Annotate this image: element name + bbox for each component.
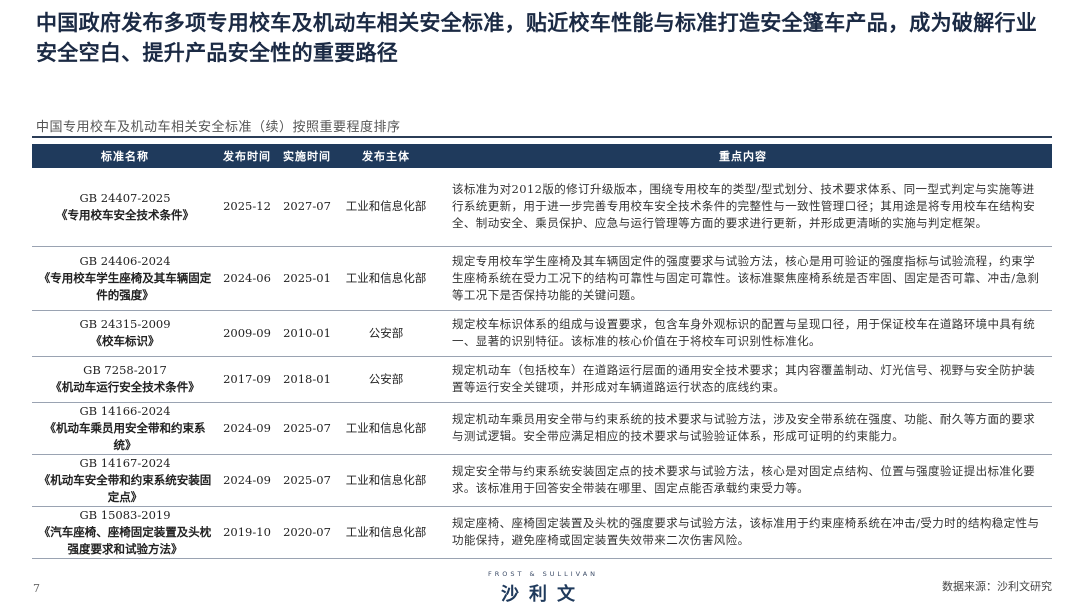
standard-code: GB 24407-2025 bbox=[79, 190, 171, 205]
table-row: GB 24315-2009 《校车标识》 2009-09 2010-01 公安部… bbox=[32, 310, 1052, 357]
standard-name: 《机动车乘员用安全带和约束系统》 bbox=[44, 420, 206, 452]
standard-name: 《专用校车学生座椅及其车辆固定件的强度》 bbox=[38, 270, 212, 302]
table-header-row: 标准名称 发布时间 实施时间 发布主体 重点内容 bbox=[32, 144, 1052, 168]
effective-date: 2025-07 bbox=[276, 454, 338, 507]
published-date: 2024-09 bbox=[218, 402, 276, 455]
standard-cell: GB 24315-2009 《校车标识》 bbox=[32, 310, 218, 357]
issuer: 公安部 bbox=[338, 356, 434, 403]
table-row: GB 14166-2024 《机动车乘员用安全带和约束系统》 2024-09 2… bbox=[32, 402, 1052, 455]
effective-date: 2020-07 bbox=[276, 506, 338, 559]
key-content: 规定校车标识体系的组成与设置要求，包含车身外观标识的配置与呈现口径，用于保证校车… bbox=[434, 310, 1052, 357]
standard-code: GB 14167-2024 bbox=[79, 455, 171, 470]
column-header-published: 发布时间 bbox=[218, 144, 276, 168]
data-source: 数据来源：沙利文研究 bbox=[942, 580, 1052, 593]
table-row: GB 15083-2019 《汽车座椅、座椅固定装置及头枕强度要求和试验方法》 … bbox=[32, 506, 1052, 559]
page-title: 中国政府发布多项专用校车及机动车相关安全标准，贴近校车性能与标准打造安全篷车产品… bbox=[36, 11, 1038, 65]
published-date: 2019-10 bbox=[218, 506, 276, 559]
table-row: GB 24406-2024 《专用校车学生座椅及其车辆固定件的强度》 2024-… bbox=[32, 246, 1052, 311]
key-content: 规定机动车（包括校车）在道路运行层面的通用安全技术要求；其内容覆盖制动、灯光信号… bbox=[434, 356, 1052, 403]
table-row: GB 14167-2024 《机动车安全带和约束系统安装固定点》 2024-09… bbox=[32, 454, 1052, 507]
standard-cell: GB 14166-2024 《机动车乘员用安全带和约束系统》 bbox=[32, 402, 218, 455]
column-header-effective: 实施时间 bbox=[276, 144, 338, 168]
standard-name: 《机动车运行安全技术条件》 bbox=[50, 380, 200, 394]
standard-cell: GB 15083-2019 《汽车座椅、座椅固定装置及头枕强度要求和试验方法》 bbox=[32, 506, 218, 559]
issuer: 工业和信息化部 bbox=[338, 402, 434, 455]
table-caption: 中国专用校车及机动车相关安全标准（续）按照重要程度排序 bbox=[36, 120, 401, 135]
column-header-issuer: 发布主体 bbox=[338, 144, 434, 168]
published-date: 2009-09 bbox=[218, 310, 276, 357]
published-date: 2025-12 bbox=[218, 168, 276, 247]
effective-date: 2018-01 bbox=[276, 356, 338, 403]
standard-code: GB 7258-2017 bbox=[83, 363, 167, 377]
effective-date: 2025-07 bbox=[276, 402, 338, 455]
key-content: 该标准为对2012版的修订升级版本，围绕专用校车的类型/型式划分、技术要求体系、… bbox=[434, 168, 1052, 247]
key-content: 规定专用校车学生座椅及其车辆固定件的强度要求与试验方法，核心是用可验证的强度指标… bbox=[434, 246, 1052, 311]
key-content: 规定安全带与约束系统安装固定点的技术要求与试验方法，核心是对固定点结构、位置与强… bbox=[434, 454, 1052, 507]
standard-code: GB 15083-2019 bbox=[79, 507, 171, 522]
published-date: 2024-09 bbox=[218, 454, 276, 507]
standard-code: GB 24315-2009 bbox=[79, 317, 171, 331]
effective-date: 2010-01 bbox=[276, 310, 338, 357]
standard-cell: GB 7258-2017 《机动车运行安全技术条件》 bbox=[32, 356, 218, 403]
standard-code: GB 14166-2024 bbox=[79, 403, 171, 418]
company-logo: FROST & SULLIVAN 沙利文 bbox=[478, 570, 608, 606]
column-header-content: 重点内容 bbox=[434, 144, 1052, 168]
standards-table: 标准名称 发布时间 实施时间 发布主体 重点内容 GB 24407-2025 《… bbox=[32, 144, 1052, 559]
key-content: 规定机动车乘员用安全带与约束系统的技术要求与试验方法，涉及安全带系统在强度、功能… bbox=[434, 402, 1052, 455]
effective-date: 2027-07 bbox=[276, 168, 338, 247]
standard-name: 《汽车座椅、座椅固定装置及头枕强度要求和试验方法》 bbox=[38, 524, 212, 556]
issuer: 工业和信息化部 bbox=[338, 168, 434, 247]
column-header-standard: 标准名称 bbox=[32, 144, 218, 168]
standard-name: 《机动车安全带和约束系统安装固定点》 bbox=[38, 472, 212, 504]
caption-divider bbox=[32, 136, 1052, 138]
standard-cell: GB 14167-2024 《机动车安全带和约束系统安装固定点》 bbox=[32, 454, 218, 507]
key-content: 规定座椅、座椅固定装置及头枕的强度要求与试验方法，该标准用于约束座椅系统在冲击/… bbox=[434, 506, 1052, 559]
standard-code: GB 24406-2024 bbox=[79, 253, 171, 268]
issuer: 工业和信息化部 bbox=[338, 246, 434, 311]
logo-english-text: FROST & SULLIVAN bbox=[487, 570, 599, 578]
table-row: GB 7258-2017 《机动车运行安全技术条件》 2017-09 2018-… bbox=[32, 356, 1052, 403]
standard-name: 《校车标识》 bbox=[90, 334, 160, 348]
standard-cell: GB 24406-2024 《专用校车学生座椅及其车辆固定件的强度》 bbox=[32, 246, 218, 311]
published-date: 2017-09 bbox=[218, 356, 276, 403]
table-row: GB 24407-2025 《专用校车安全技术条件》 2025-12 2027-… bbox=[32, 168, 1052, 247]
page-number: 7 bbox=[33, 582, 40, 595]
issuer: 公安部 bbox=[338, 310, 434, 357]
published-date: 2024-06 bbox=[218, 246, 276, 311]
issuer: 工业和信息化部 bbox=[338, 506, 434, 559]
standard-cell: GB 24407-2025 《专用校车安全技术条件》 bbox=[32, 168, 218, 247]
effective-date: 2025-01 bbox=[276, 246, 338, 311]
logo-chinese-text: 沙利文 bbox=[501, 584, 585, 605]
standard-name: 《专用校车安全技术条件》 bbox=[56, 207, 194, 222]
issuer: 工业和信息化部 bbox=[338, 454, 434, 507]
